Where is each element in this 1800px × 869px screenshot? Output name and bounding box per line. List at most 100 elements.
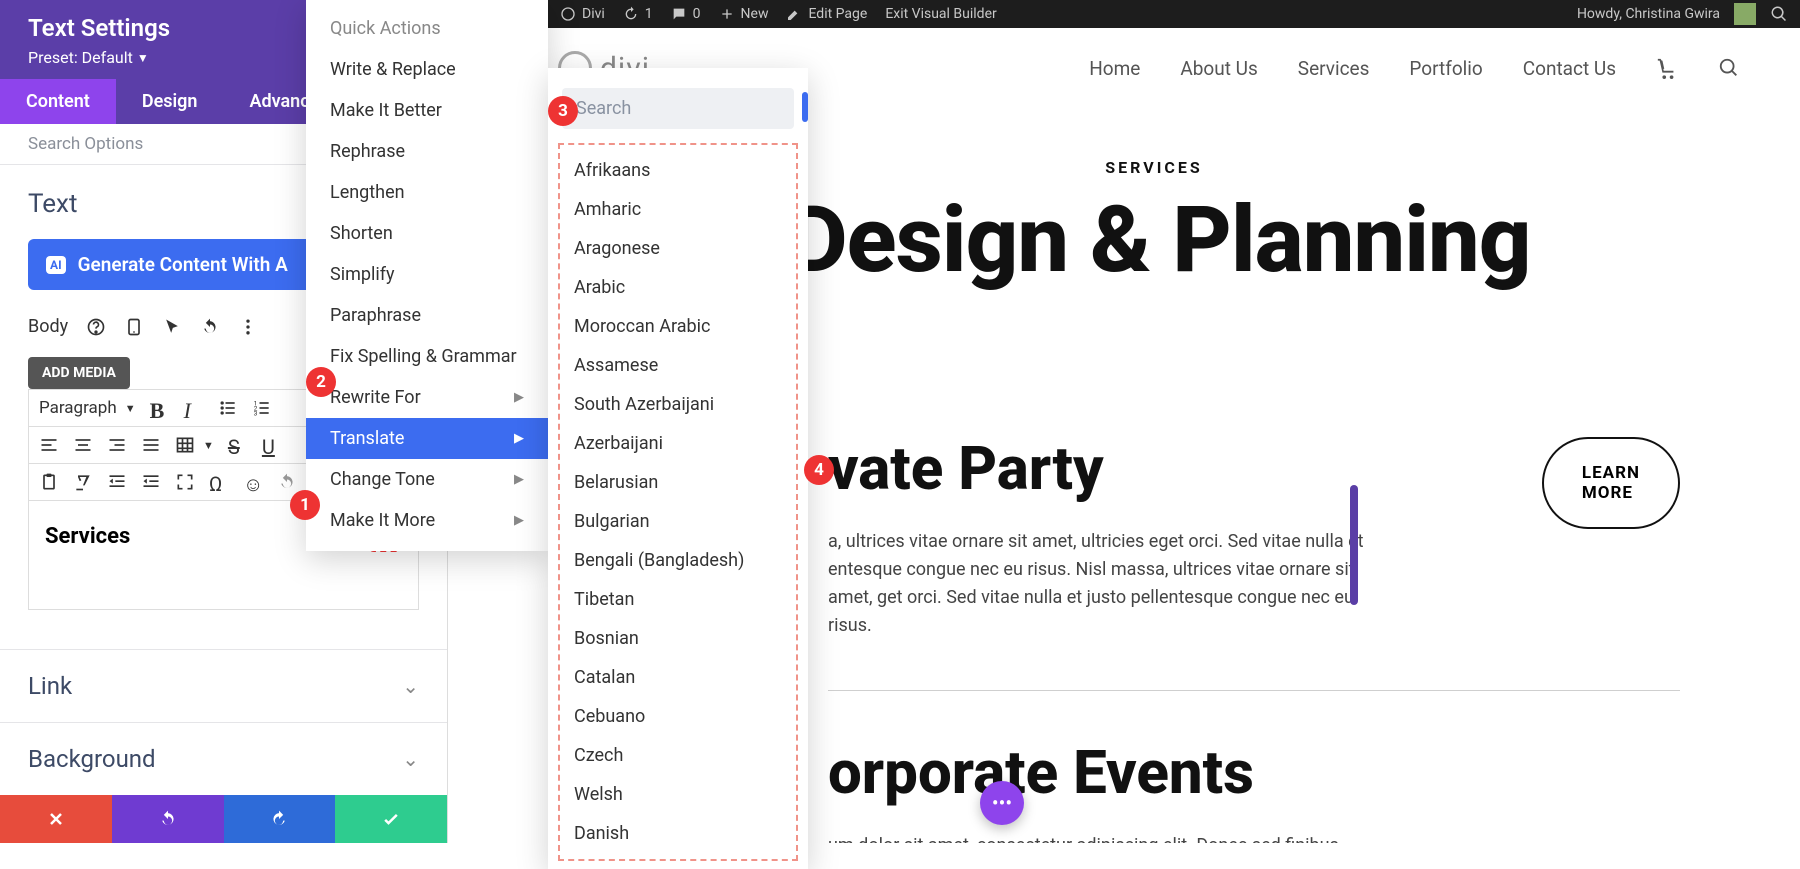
- more-icon[interactable]: [238, 317, 258, 337]
- dropdown-item-fix-spelling-grammar[interactable]: Fix Spelling & Grammar: [306, 336, 548, 377]
- search-icon[interactable]: [1718, 57, 1740, 79]
- undo-icon[interactable]: [200, 317, 220, 337]
- undo-editor-icon[interactable]: [277, 472, 297, 492]
- language-option-catalan[interactable]: Catalan: [560, 658, 796, 697]
- language-option-south-azerbaijani[interactable]: South Azerbaijani: [560, 385, 796, 424]
- language-option-tibetan[interactable]: Tibetan: [560, 580, 796, 619]
- indent-icon[interactable]: [141, 472, 161, 492]
- tab-content[interactable]: Content: [0, 79, 116, 124]
- language-option-assamese[interactable]: Assamese: [560, 346, 796, 385]
- bullet-list-icon[interactable]: [218, 398, 238, 418]
- accordion-link[interactable]: Link ⌄: [0, 649, 447, 722]
- dropdown-item-label: Rewrite For: [330, 387, 421, 408]
- submenu-scrollbar[interactable]: [802, 92, 808, 869]
- paste-icon[interactable]: [39, 472, 59, 492]
- nav-portfolio[interactable]: Portfolio: [1409, 57, 1482, 80]
- pencil-icon: [786, 6, 802, 22]
- dropdown-item-lengthen[interactable]: Lengthen: [306, 172, 548, 213]
- cancel-button[interactable]: [0, 795, 112, 843]
- divider: [828, 690, 1680, 691]
- nav-about[interactable]: About Us: [1180, 57, 1257, 80]
- clear-format-icon[interactable]: [73, 472, 93, 492]
- cursor-icon[interactable]: [162, 317, 182, 337]
- language-option-bengali-bangladesh-[interactable]: Bengali (Bangladesh): [560, 541, 796, 580]
- nav-services[interactable]: Services: [1298, 57, 1370, 80]
- language-option-welsh[interactable]: Welsh: [560, 775, 796, 814]
- undo-button[interactable]: [112, 795, 224, 843]
- table-insert[interactable]: ▼: [175, 435, 214, 455]
- admin-edit-page[interactable]: Edit Page: [786, 6, 867, 22]
- save-button[interactable]: [335, 795, 447, 843]
- caret-down-icon: ▼: [137, 51, 149, 65]
- align-left-icon[interactable]: [39, 435, 59, 455]
- italic-icon[interactable]: I: [184, 398, 204, 418]
- divi-logo-icon: [560, 6, 576, 22]
- fullscreen-icon[interactable]: [175, 472, 195, 492]
- dropdown-item-rewrite-for[interactable]: Rewrite For▶: [306, 377, 548, 418]
- admin-comments[interactable]: 0: [671, 6, 701, 22]
- admin-howdy[interactable]: Howdy, Christina Gwira: [1577, 6, 1720, 22]
- redo-button[interactable]: [224, 795, 336, 843]
- cart-icon[interactable]: [1656, 57, 1678, 79]
- format-select-label: Paragraph: [39, 398, 117, 418]
- tab-design[interactable]: Design: [116, 79, 224, 124]
- accordion-label: Background: [28, 745, 156, 773]
- nav-home[interactable]: Home: [1089, 57, 1140, 80]
- numbered-list-icon[interactable]: 123: [252, 398, 272, 418]
- language-option-azerbaijani[interactable]: Azerbaijani: [560, 424, 796, 463]
- annotation-badge-2: 2: [306, 367, 336, 397]
- floating-action-button[interactable]: •••: [980, 781, 1024, 825]
- language-option-bosnian[interactable]: Bosnian: [560, 619, 796, 658]
- tablet-icon[interactable]: [124, 317, 144, 337]
- dropdown-item-shorten[interactable]: Shorten: [306, 213, 548, 254]
- language-option-danish[interactable]: Danish: [560, 814, 796, 853]
- align-center-icon[interactable]: [73, 435, 93, 455]
- section-body: a, ultrices vitae ornare sit amet, ultri…: [828, 528, 1368, 640]
- admin-updates[interactable]: 1: [623, 6, 653, 22]
- bold-icon[interactable]: B: [150, 398, 170, 418]
- section-heading: orporate Events: [828, 741, 1680, 804]
- dropdown-item-translate[interactable]: Translate▶: [306, 418, 548, 459]
- learn-more-button[interactable]: LEARN MORE: [1542, 437, 1680, 529]
- omega-icon[interactable]: Ω: [209, 472, 229, 492]
- language-option-cebuano[interactable]: Cebuano: [560, 697, 796, 736]
- search-icon[interactable]: [1770, 5, 1788, 23]
- dropdown-item-rephrase[interactable]: Rephrase: [306, 131, 548, 172]
- dropdown-item-paraphrase[interactable]: Paraphrase: [306, 295, 548, 336]
- outdent-icon[interactable]: [107, 472, 127, 492]
- accordion-background[interactable]: Background ⌄: [0, 722, 447, 795]
- dropdown-item-change-tone[interactable]: Change Tone▶: [306, 459, 548, 500]
- admin-site-link[interactable]: Divi: [560, 6, 605, 22]
- format-select[interactable]: Paragraph ▼: [39, 398, 136, 418]
- language-search-input[interactable]: Search: [562, 88, 794, 129]
- emoji-icon[interactable]: ☺: [243, 472, 263, 492]
- language-option-belarusian[interactable]: Belarusian: [560, 463, 796, 502]
- language-option-amharic[interactable]: Amharic: [560, 190, 796, 229]
- language-option-bulgarian[interactable]: Bulgarian: [560, 502, 796, 541]
- add-media-button[interactable]: ADD MEDIA: [28, 357, 130, 389]
- strikethrough-icon[interactable]: S: [228, 435, 248, 455]
- dropdown-item-make-it-more[interactable]: Make It More▶: [306, 500, 548, 541]
- section-private-party: vate Party a, ultrices vitae ornare sit …: [828, 437, 1680, 640]
- submenu-scrollbar-thumb[interactable]: [802, 92, 808, 122]
- help-icon[interactable]: [86, 317, 106, 337]
- avatar[interactable]: [1734, 3, 1756, 25]
- dropdown-item-write-replace[interactable]: Write & Replace: [306, 49, 548, 90]
- align-justify-icon[interactable]: [141, 435, 161, 455]
- language-option-czech[interactable]: Czech: [560, 736, 796, 775]
- language-option-moroccan-arabic[interactable]: Moroccan Arabic: [560, 307, 796, 346]
- comment-icon: [671, 6, 687, 22]
- admin-exit-builder[interactable]: Exit Visual Builder: [885, 6, 996, 22]
- language-option-aragonese[interactable]: Aragonese: [560, 229, 796, 268]
- plus-icon: [719, 6, 735, 22]
- panel-scrollbar-thumb[interactable]: [1350, 485, 1358, 605]
- nav-contact[interactable]: Contact Us: [1523, 57, 1616, 80]
- align-right-icon[interactable]: [107, 435, 127, 455]
- dropdown-item-make-it-better[interactable]: Make It Better: [306, 90, 548, 131]
- language-list: AfrikaansAmharicAragoneseArabicMoroccan …: [558, 143, 798, 861]
- underline-icon[interactable]: U: [262, 435, 282, 455]
- language-option-afrikaans[interactable]: Afrikaans: [560, 151, 796, 190]
- admin-new[interactable]: New: [719, 6, 769, 22]
- dropdown-item-simplify[interactable]: Simplify: [306, 254, 548, 295]
- language-option-arabic[interactable]: Arabic: [560, 268, 796, 307]
